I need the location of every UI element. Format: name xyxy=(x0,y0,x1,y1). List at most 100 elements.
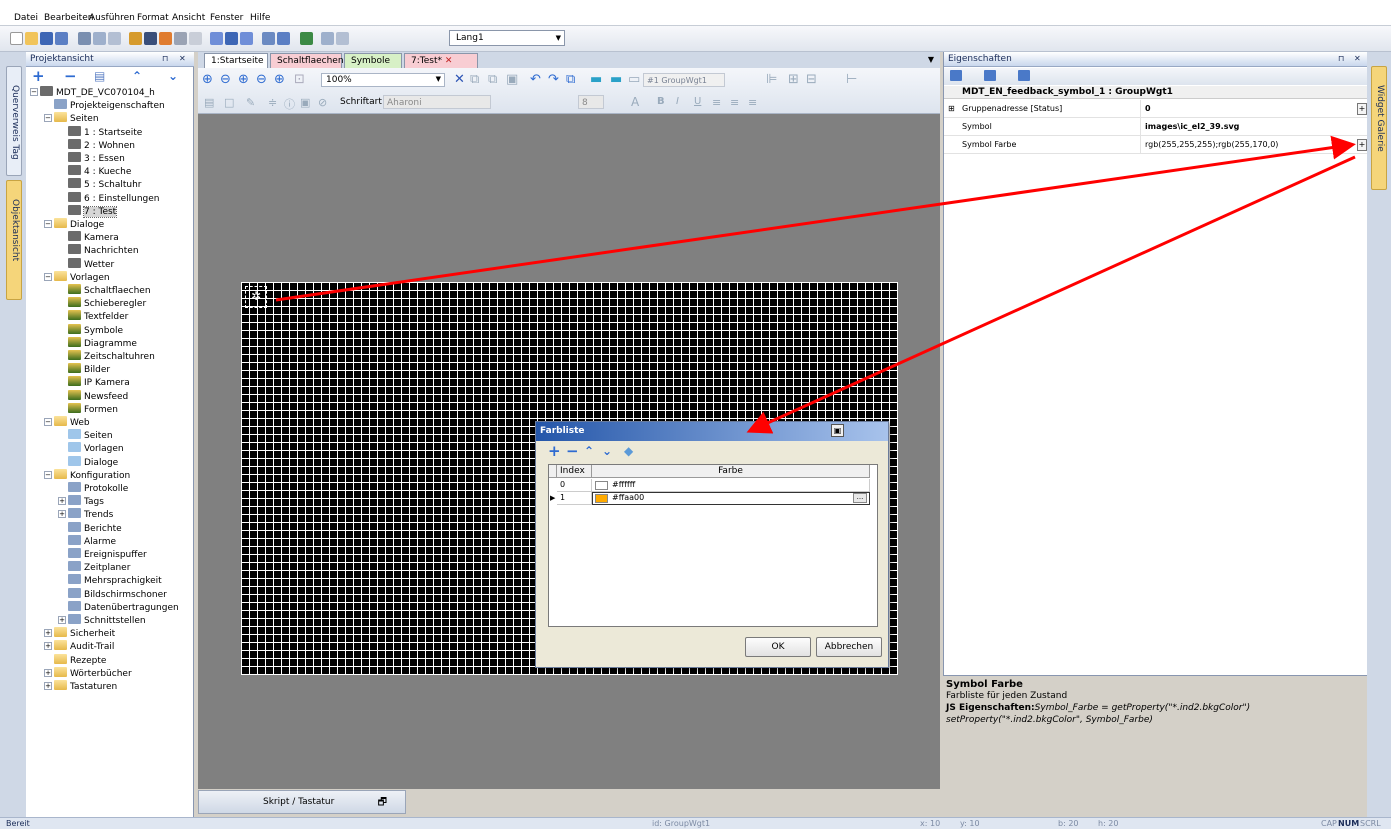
zoom-reset-icon[interactable]: ⊖ xyxy=(256,72,267,87)
tree-item[interactable]: − Konfiguration xyxy=(44,468,130,482)
tree-item[interactable]: Schieberegler xyxy=(58,297,146,310)
collapse-icon[interactable]: − xyxy=(44,470,52,479)
tree-item[interactable]: 5 : Schaltuhr xyxy=(58,178,142,191)
property-row[interactable]: ⊞ Gruppenadresse [Status] 0 + xyxy=(944,100,1368,118)
alphabetical-icon[interactable] xyxy=(984,70,996,81)
tree-item[interactable]: Alarme xyxy=(58,534,116,548)
move-up-icon[interactable]: ⌃ xyxy=(132,69,142,84)
zoom-select-icon[interactable]: ⊕ xyxy=(274,72,285,87)
tree-item[interactable]: + Tags xyxy=(58,495,104,508)
tree-item[interactable]: Ereignispuffer xyxy=(58,548,147,561)
rotate-right-icon[interactable]: ↷ xyxy=(548,72,559,87)
tab-objektansicht[interactable]: Objektansicht xyxy=(6,180,22,300)
remove-icon[interactable]: − xyxy=(64,69,77,84)
cut-icon[interactable] xyxy=(78,32,91,45)
align-right-text-icon[interactable]: ≡ xyxy=(748,96,757,109)
dialog-title-bar[interactable]: Farbliste ▣ xyxy=(536,422,888,441)
no-icon[interactable]: ⊘ xyxy=(318,96,327,109)
menu-hilfe[interactable]: Hilfe xyxy=(250,13,270,23)
font-family-select[interactable]: Aharoni xyxy=(383,95,491,109)
menu-ansicht[interactable]: Ansicht xyxy=(172,13,205,23)
rotate-left-icon[interactable]: ↶ xyxy=(530,72,541,87)
tab-symbole[interactable]: Symbole xyxy=(344,53,402,68)
widget-icon[interactable]: ▭ xyxy=(628,72,640,87)
open-icon[interactable] xyxy=(25,32,38,45)
collapse-icon[interactable]: − xyxy=(44,220,52,228)
distribute-icon[interactable]: ⊞ xyxy=(788,72,799,87)
pause-icon[interactable] xyxy=(189,32,202,45)
collapse-icon[interactable]: − xyxy=(44,418,52,426)
zoom-select[interactable]: 100% ▼ xyxy=(321,73,445,87)
expand-icon[interactable]: + xyxy=(58,616,66,624)
align-center-text-icon[interactable]: ≡ xyxy=(730,96,739,109)
distribute-v-icon[interactable]: ⊟ xyxy=(806,72,817,87)
tree-item[interactable]: + Sicherheit xyxy=(44,627,115,640)
tree-item[interactable]: − Vorlagen xyxy=(44,270,110,284)
font-size-select[interactable]: 8 xyxy=(578,95,604,109)
zoom-custom-icon[interactable]: ⊡ xyxy=(294,72,305,87)
color-row[interactable]: 0 #ffffff xyxy=(549,479,877,492)
property-row[interactable]: Symbol images\ic_el2_39.svg xyxy=(944,118,1368,136)
color-row-cell[interactable]: #ffaa00 ... xyxy=(592,492,870,505)
save-icon[interactable] xyxy=(40,32,53,45)
group-widget-select[interactable]: #1 GroupWgt1 xyxy=(643,73,725,87)
tree-item[interactable]: 1 : Startseite xyxy=(58,125,142,139)
expand-icon[interactable]: + xyxy=(58,497,66,506)
tree-item[interactable]: Vorlagen xyxy=(58,442,124,455)
download-icon[interactable] xyxy=(262,32,275,45)
tree-item[interactable]: − Web xyxy=(44,416,90,429)
border-icon[interactable]: □ xyxy=(224,96,234,109)
expand-icon[interactable]: + xyxy=(58,510,66,519)
collapse-icon[interactable]: − xyxy=(44,114,52,123)
tree-item[interactable]: Nachrichten xyxy=(58,244,139,257)
align-icon[interactable] xyxy=(240,32,253,45)
collapse-icon[interactable]: − xyxy=(44,272,52,281)
help-icon[interactable] xyxy=(277,32,290,45)
properties-icon[interactable]: ▤ xyxy=(94,69,105,84)
tree-item[interactable]: Mehrsprachigkeit xyxy=(58,574,162,587)
color-row-cell[interactable]: #ffffff xyxy=(592,479,870,492)
italic-icon[interactable]: I xyxy=(676,96,679,107)
dialog-window-icon[interactable]: ▣ xyxy=(831,424,844,437)
arrange-icon[interactable]: ⧉ xyxy=(566,72,575,87)
tree-item[interactable]: + Schnittstellen xyxy=(58,614,146,627)
tab-widget-galerie[interactable]: Widget Galerie xyxy=(1371,66,1387,190)
property-value[interactable]: images\ic_el2_39.svg xyxy=(1145,122,1239,131)
tree-item[interactable]: + Tastaturen xyxy=(44,680,117,693)
menu-ausfuehren[interactable]: Ausführen xyxy=(89,13,135,23)
cancel-button[interactable]: Abbrechen xyxy=(816,637,882,657)
expand-icon[interactable]: + xyxy=(44,668,52,677)
delete-icon[interactable]: ✕ xyxy=(454,72,465,87)
layout-icon[interactable] xyxy=(225,32,238,45)
pin-icon[interactable]: ⊓ xyxy=(1338,54,1344,63)
tree-item[interactable]: Formen xyxy=(58,402,118,416)
paint-icon[interactable]: ✎ xyxy=(246,96,255,109)
expand-icon[interactable]: + xyxy=(44,642,52,651)
font-color-icon[interactable]: A xyxy=(631,95,639,109)
save-all-icon[interactable] xyxy=(55,32,68,45)
move-up-icon[interactable]: ⌃ xyxy=(584,444,594,459)
tab-schaltflaechen[interactable]: Schaltflaechen xyxy=(270,53,344,68)
zoom-out-icon[interactable]: ⊖ xyxy=(220,72,231,87)
move-down-icon[interactable]: ⌄ xyxy=(602,444,612,459)
remove-color-icon[interactable]: − xyxy=(566,444,579,459)
ok-button[interactable]: OK xyxy=(745,637,811,657)
color-picker-button[interactable]: ... xyxy=(853,493,867,503)
tree-item[interactable]: Zeitplaner xyxy=(58,561,130,574)
send-back-icon[interactable]: ▬ xyxy=(610,72,622,87)
paste-icon[interactable] xyxy=(108,32,121,45)
feedback-symbol-widget[interactable]: ✲ xyxy=(245,286,267,308)
tree-item[interactable]: Dialoge xyxy=(58,455,118,469)
language-select[interactable]: Lang1 ▼ xyxy=(449,30,565,46)
tree-item[interactable]: Berichte xyxy=(58,521,122,535)
paste-widget-icon[interactable]: ⧉ xyxy=(488,72,497,87)
tree-item[interactable]: Bilder xyxy=(58,363,110,376)
format-icon[interactable]: ▤ xyxy=(204,96,214,109)
add-color-icon[interactable]: + xyxy=(548,444,561,459)
property-value[interactable]: 0 xyxy=(1145,104,1151,113)
property-plus-button[interactable]: + xyxy=(1357,139,1367,151)
underline-icon[interactable]: U xyxy=(694,96,701,107)
tree-item[interactable]: 4 : Kueche xyxy=(58,165,131,178)
menu-format[interactable]: Format xyxy=(137,13,169,23)
group-icon[interactable]: ▣ xyxy=(506,72,518,87)
